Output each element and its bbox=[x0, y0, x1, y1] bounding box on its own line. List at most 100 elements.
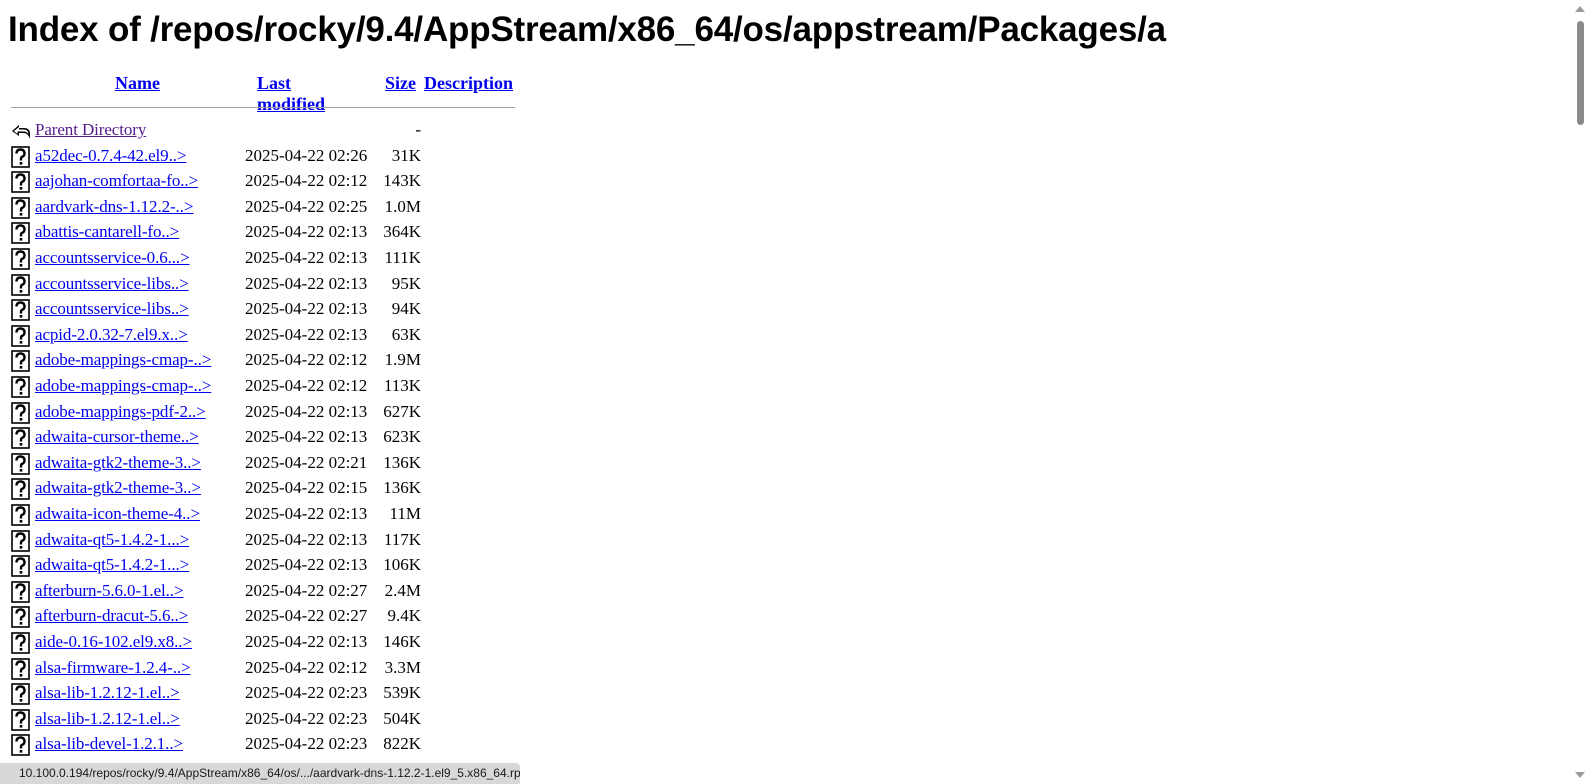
unknown-file-icon bbox=[11, 171, 30, 193]
header-separator bbox=[11, 107, 515, 108]
unknown-file-icon bbox=[11, 580, 30, 603]
file-last-modified: 2025-04-22 02:23 bbox=[245, 683, 368, 703]
page: Index of /repos/rocky/9.4/AppStream/x86_… bbox=[8, 0, 1568, 784]
unknown-file-icon bbox=[11, 222, 30, 245]
unknown-file-icon bbox=[11, 606, 30, 629]
file-last-modified: 2025-04-22 02:27 bbox=[245, 606, 368, 626]
file-last-modified: 2025-04-22 02:23 bbox=[245, 734, 368, 754]
file-last-modified: 2025-04-22 02:13 bbox=[245, 504, 368, 523]
file-size: 623K bbox=[383, 427, 421, 447]
file-size: 1.9M bbox=[384, 350, 421, 370]
file-size: 143K bbox=[383, 171, 421, 191]
file-last-modified: 2025-04-22 02:12 bbox=[245, 657, 368, 677]
unknown-file-icon bbox=[11, 555, 30, 577]
column-header-size[interactable]: Size bbox=[385, 73, 416, 94]
file-link[interactable]: accountsservice-0.6...> bbox=[35, 248, 190, 268]
file-size: 504K bbox=[383, 708, 421, 728]
parent-directory-link[interactable]: Parent Directory bbox=[35, 120, 146, 140]
column-header-description[interactable]: Description bbox=[424, 73, 513, 94]
file-last-modified: 2025-04-22 02:13 bbox=[245, 248, 368, 267]
file-last-modified: 2025-04-22 02:13 bbox=[245, 427, 368, 447]
unknown-file-icon bbox=[11, 529, 30, 552]
file-last-modified: 2025-04-22 02:12 bbox=[245, 350, 368, 370]
file-size: 106K bbox=[383, 555, 421, 575]
unknown-file-icon bbox=[11, 145, 30, 168]
unknown-file-icon bbox=[11, 273, 30, 296]
unknown-file-icon bbox=[11, 708, 30, 731]
file-last-modified: 2025-04-22 02:26 bbox=[245, 145, 368, 165]
file-link[interactable]: afterburn-5.6.0-1.el..> bbox=[35, 581, 184, 601]
file-last-modified: 2025-04-22 02:13 bbox=[245, 632, 368, 651]
file-link[interactable]: aide-0.16-102.el9.x8..> bbox=[35, 632, 192, 652]
unknown-file-icon bbox=[11, 657, 30, 680]
unknown-file-icon bbox=[11, 299, 30, 321]
file-last-modified: 2025-04-22 02:12 bbox=[245, 171, 368, 191]
file-last-modified: 2025-04-22 02:25 bbox=[245, 196, 368, 216]
column-header-last-modified[interactable]: Last modified bbox=[257, 73, 325, 115]
scroll-up-arrow-icon[interactable] bbox=[1575, 6, 1585, 12]
file-link[interactable]: adwaita-cursor-theme..> bbox=[35, 427, 199, 447]
unknown-file-icon bbox=[11, 683, 30, 705]
file-size: 113K bbox=[383, 376, 421, 395]
file-size: 627K bbox=[383, 401, 421, 421]
unknown-file-icon bbox=[11, 478, 30, 501]
unknown-file-icon bbox=[11, 196, 30, 219]
file-link[interactable]: alsa-firmware-1.2.4-..> bbox=[35, 658, 191, 678]
file-last-modified: 2025-04-22 02:15 bbox=[245, 478, 368, 498]
file-size: 136K bbox=[383, 452, 421, 472]
file-link[interactable]: a52dec-0.7.4-42.el9..> bbox=[35, 146, 186, 166]
file-link[interactable]: adobe-mappings-cmap-..> bbox=[35, 350, 211, 370]
file-size: 539K bbox=[383, 683, 421, 703]
file-last-modified: 2025-04-22 02:13 bbox=[245, 273, 368, 293]
file-size: 111K bbox=[384, 248, 421, 267]
file-link[interactable]: adwaita-gtk2-theme-3..> bbox=[35, 453, 201, 473]
file-link[interactable]: adwaita-qt5-1.4.2-1...> bbox=[35, 555, 189, 575]
scroll-down-arrow-icon[interactable] bbox=[1575, 772, 1585, 778]
file-size: 117K bbox=[383, 529, 421, 549]
file-size: 31K bbox=[391, 145, 421, 165]
file-link[interactable]: alsa-lib-1.2.12-1.el..> bbox=[35, 709, 180, 729]
file-size: 11M bbox=[389, 504, 422, 523]
unknown-file-icon bbox=[11, 350, 30, 373]
file-link[interactable]: abattis-cantarell-fo..> bbox=[35, 222, 179, 242]
file-size: 146K bbox=[383, 632, 421, 651]
unknown-file-icon bbox=[11, 632, 30, 654]
unknown-file-icon bbox=[11, 376, 30, 398]
file-link[interactable]: adobe-mappings-cmap-..> bbox=[35, 376, 211, 396]
file-link[interactable]: afterburn-dracut-5.6..> bbox=[35, 606, 188, 626]
file-last-modified: 2025-04-22 02:13 bbox=[245, 555, 368, 575]
scrollbar-thumb[interactable] bbox=[1577, 21, 1584, 125]
file-size: 2.4M bbox=[384, 580, 421, 600]
file-size: 364K bbox=[383, 222, 421, 242]
file-link[interactable]: adobe-mappings-pdf-2..> bbox=[35, 402, 206, 422]
file-link[interactable]: adwaita-gtk2-theme-3..> bbox=[35, 478, 201, 498]
file-last-modified: 2025-04-22 02:13 bbox=[245, 324, 368, 344]
file-size: 822K bbox=[383, 734, 421, 754]
file-link[interactable]: aardvark-dns-1.12.2-..> bbox=[35, 197, 193, 217]
file-size: 1.0M bbox=[384, 196, 421, 216]
column-header-name[interactable]: Name bbox=[115, 73, 160, 94]
file-size: 3.3M bbox=[384, 657, 421, 677]
page-title: Index of /repos/rocky/9.4/AppStream/x86_… bbox=[8, 10, 1166, 49]
file-size: 95K bbox=[391, 273, 421, 293]
file-last-modified: 2025-04-22 02:13 bbox=[245, 299, 368, 319]
unknown-file-icon bbox=[11, 248, 30, 270]
file-link[interactable]: acpid-2.0.32-7.el9.x..> bbox=[35, 325, 188, 345]
unknown-file-icon bbox=[11, 504, 30, 526]
file-link[interactable]: aajohan-comfortaa-fo..> bbox=[35, 171, 198, 191]
file-link[interactable]: accountsservice-libs..> bbox=[35, 274, 189, 294]
file-link[interactable]: adwaita-qt5-1.4.2-1...> bbox=[35, 530, 189, 550]
file-link[interactable]: adwaita-icon-theme-4..> bbox=[35, 504, 200, 524]
file-link[interactable]: alsa-lib-devel-1.2.1..> bbox=[35, 734, 183, 754]
file-last-modified: 2025-04-22 02:21 bbox=[245, 452, 368, 472]
file-link[interactable]: alsa-lib-1.2.12-1.el..> bbox=[35, 683, 180, 703]
file-last-modified: 2025-04-22 02:12 bbox=[245, 376, 368, 395]
file-size: 9.4K bbox=[387, 606, 421, 626]
unknown-file-icon bbox=[11, 427, 30, 449]
status-bar-link-preview: 10.100.0.194/repos/rocky/9.4/AppStream/x… bbox=[0, 763, 520, 784]
vertical-scrollbar[interactable] bbox=[1568, 0, 1592, 784]
file-link[interactable]: accountsservice-libs..> bbox=[35, 299, 189, 319]
file-last-modified: 2025-04-22 02:13 bbox=[245, 529, 368, 549]
unknown-file-icon bbox=[11, 324, 30, 347]
file-last-modified: 2025-04-22 02:13 bbox=[245, 401, 368, 421]
